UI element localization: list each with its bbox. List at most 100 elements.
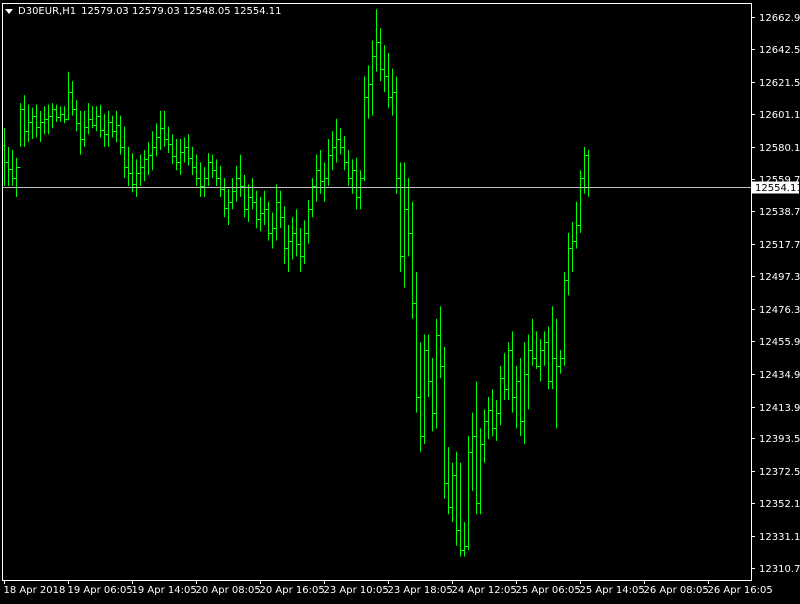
ohlc-bar[interactable] — [490, 389, 495, 437]
ohlc-bar[interactable] — [546, 326, 551, 390]
ohlc-bar[interactable] — [270, 212, 275, 249]
ohlc-bar[interactable] — [98, 104, 103, 138]
ohlc-bar[interactable] — [426, 334, 431, 398]
ohlc-bar[interactable] — [538, 339, 543, 382]
ohlc-bar[interactable] — [190, 146, 195, 176]
ohlc-bar[interactable] — [406, 178, 411, 257]
ohlc-bar[interactable] — [462, 522, 467, 557]
ohlc-bar[interactable] — [534, 331, 539, 369]
ohlc-bar[interactable] — [334, 118, 339, 163]
ohlc-bar[interactable] — [78, 110, 83, 155]
ohlc-bar[interactable] — [106, 110, 111, 147]
ohlc-bar[interactable] — [418, 342, 423, 452]
ohlc-bar[interactable] — [254, 190, 259, 229]
ohlc-bar[interactable] — [298, 228, 303, 272]
price-chart[interactable]: 12662.90 12642.50 12621.50 12601.10 12580.10… — [0, 0, 800, 600]
ohlc-bar[interactable] — [202, 167, 207, 197]
ohlc-bar[interactable] — [54, 104, 59, 122]
ohlc-bar[interactable] — [322, 162, 327, 202]
ohlc-bar[interactable] — [434, 318, 439, 429]
ohlc-bar[interactable] — [354, 157, 359, 210]
ohlc-bar[interactable] — [46, 104, 51, 135]
ohlc-bar[interactable] — [542, 331, 547, 366]
ohlc-bar[interactable] — [466, 436, 471, 551]
ohlc-bar[interactable] — [42, 106, 47, 135]
ohlc-bar[interactable] — [338, 128, 343, 155]
ohlc-bar[interactable] — [378, 28, 383, 82]
ohlc-bar[interactable] — [330, 131, 335, 171]
ohlc-bar[interactable] — [170, 134, 175, 165]
ohlc-bar[interactable] — [422, 334, 427, 444]
ohlc-bar[interactable] — [282, 206, 287, 265]
ohlc-bar[interactable] — [234, 165, 239, 202]
ohlc-bar[interactable] — [154, 123, 159, 157]
ohlc-bar[interactable] — [150, 131, 155, 171]
ohlc-bar[interactable] — [62, 106, 67, 124]
ohlc-bar[interactable] — [574, 201, 579, 249]
ohlc-bar[interactable] — [2, 128, 7, 186]
ohlc-bar[interactable] — [486, 397, 491, 440]
ohlc-bar[interactable] — [122, 126, 127, 179]
ohlc-bar[interactable] — [326, 139, 331, 186]
ohlc-bar[interactable] — [366, 65, 371, 119]
ohlc-bar[interactable] — [526, 334, 531, 410]
ohlc-bar[interactable] — [222, 178, 227, 218]
ohlc-bar[interactable] — [94, 106, 99, 132]
ohlc-bar[interactable] — [138, 154, 143, 186]
ohlc-bar[interactable] — [30, 107, 35, 140]
ohlc-bar[interactable] — [514, 365, 519, 429]
ohlc-bar[interactable] — [182, 137, 187, 163]
ohlc-bar[interactable] — [70, 81, 75, 116]
ohlc-bar[interactable] — [174, 139, 179, 171]
ohlc-bar[interactable] — [242, 175, 247, 218]
ohlc-bar[interactable] — [450, 462, 455, 523]
ohlc-bar[interactable] — [446, 447, 451, 515]
ohlc-bar[interactable] — [498, 365, 503, 426]
ohlc-bar[interactable] — [158, 110, 163, 150]
ohlc-bar[interactable] — [90, 106, 95, 129]
ohlc-bar[interactable] — [194, 154, 199, 186]
ohlc-bar[interactable] — [550, 306, 555, 390]
ohlc-bar[interactable] — [226, 189, 231, 226]
ohlc-bar[interactable] — [214, 159, 219, 186]
ohlc-bar[interactable] — [414, 271, 419, 413]
ohlc-bar[interactable] — [386, 53, 391, 108]
ohlc-bar[interactable] — [442, 347, 447, 499]
ohlc-bar[interactable] — [398, 162, 403, 272]
ohlc-bar[interactable] — [274, 184, 279, 241]
ohlc-bar[interactable] — [246, 184, 251, 222]
ohlc-bar[interactable] — [114, 110, 119, 143]
ohlc-bar[interactable] — [38, 110, 43, 143]
ohlc-bar[interactable] — [82, 110, 87, 147]
ohlc-bar[interactable] — [390, 68, 395, 116]
ohlc-bar[interactable] — [358, 170, 363, 210]
ohlc-bar[interactable] — [314, 154, 319, 202]
ohlc-bar[interactable] — [126, 146, 131, 186]
ohlc-bar[interactable] — [206, 153, 211, 186]
ohlc-bar[interactable] — [430, 357, 435, 432]
ohlc-bar[interactable] — [250, 178, 255, 210]
ohlc-bar[interactable] — [166, 126, 171, 154]
ohlc-bar[interactable] — [230, 178, 235, 210]
ohlc-bar[interactable] — [10, 149, 15, 186]
ohlc-bar[interactable] — [186, 134, 191, 166]
ohlc-bar[interactable] — [290, 217, 295, 260]
ohlc-bar[interactable] — [494, 400, 499, 441]
ohlc-bar[interactable] — [142, 149, 147, 182]
dropdown-triangle-icon[interactable] — [5, 8, 13, 14]
ohlc-bar[interactable] — [342, 135, 347, 171]
ohlc-bar[interactable] — [394, 76, 399, 194]
ohlc-bar[interactable] — [134, 159, 139, 197]
ohlc-bar[interactable] — [14, 157, 19, 197]
ohlc-bar[interactable] — [458, 462, 463, 557]
ohlc-bar[interactable] — [578, 170, 583, 233]
ohlc-bar[interactable] — [198, 162, 203, 197]
ohlc-bar[interactable] — [586, 149, 591, 197]
ohlc-bar[interactable] — [26, 104, 31, 143]
ohlc-bar[interactable] — [478, 428, 483, 515]
ohlc-bar[interactable] — [382, 45, 387, 93]
ohlc-bar[interactable] — [310, 178, 315, 218]
ohlc-bar[interactable] — [482, 409, 487, 463]
ohlc-bar[interactable] — [346, 149, 351, 186]
ohlc-bar[interactable] — [178, 139, 183, 176]
